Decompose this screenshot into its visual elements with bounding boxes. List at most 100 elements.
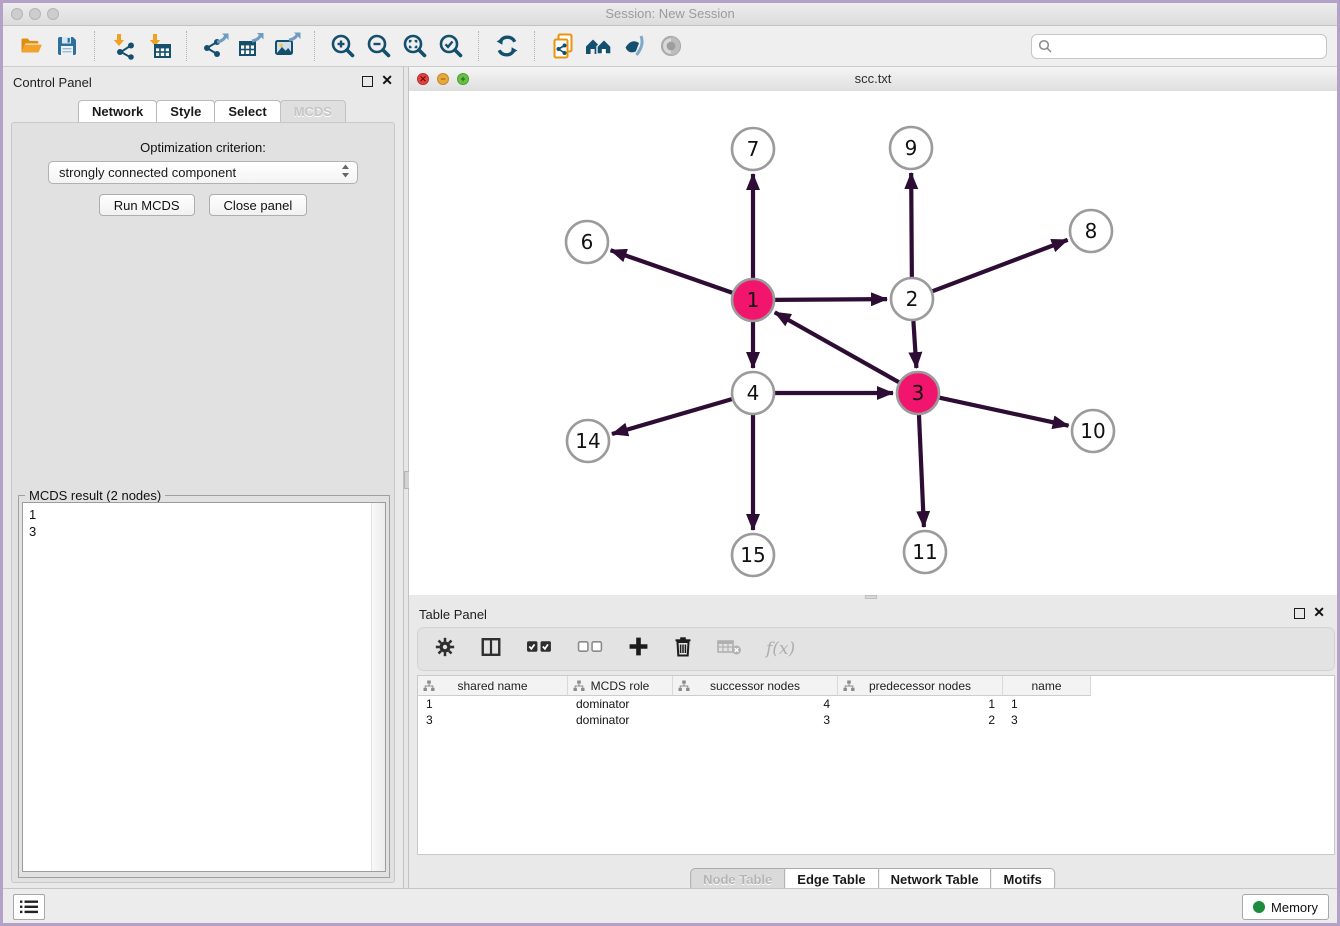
graph-edge-3-11[interactable]	[919, 415, 924, 527]
tab-mcds[interactable]: MCDS	[280, 100, 346, 123]
mcds-result-box: MCDS result (2 nodes) 1 3	[18, 495, 390, 878]
graph-edge-2-8[interactable]	[933, 240, 1068, 291]
graph-node-label: 2	[906, 287, 919, 311]
zoom-in-icon[interactable]	[325, 29, 361, 63]
table-cell[interactable]: 1	[838, 696, 1003, 712]
delete-selected-icon[interactable]	[673, 635, 693, 663]
select-all-rows-icon[interactable]	[526, 638, 553, 660]
column-header-MCDS-role[interactable]: MCDS role	[568, 676, 673, 696]
graph-edge-2-9[interactable]	[911, 173, 912, 277]
main-toolbar	[3, 26, 1337, 67]
function-builder-icon: f(x)	[766, 639, 795, 659]
table-panel-title: Table Panel	[419, 607, 487, 622]
zoom-selected-icon[interactable]	[433, 29, 469, 63]
export-table-icon[interactable]	[233, 29, 269, 63]
graph-node-label: 3	[912, 381, 925, 405]
search-box[interactable]	[1031, 34, 1327, 59]
column-header-successor-nodes[interactable]: successor nodes	[673, 676, 838, 696]
export-image-icon[interactable]	[269, 29, 305, 63]
table-cell[interactable]: 3	[673, 712, 838, 728]
open-session-icon[interactable]	[13, 29, 49, 63]
column-header-name[interactable]: name	[1003, 676, 1091, 696]
mcds-panel-body: Optimization criterion: strongly connect…	[11, 122, 395, 883]
add-column-icon[interactable]	[628, 636, 649, 662]
graph-node-label: 7	[747, 137, 760, 161]
import-table-icon[interactable]	[141, 29, 177, 63]
graph-edge-1-2[interactable]	[775, 299, 887, 300]
application-window: Session: New Session	[0, 0, 1340, 926]
show-columns-icon[interactable]	[480, 636, 502, 663]
first-neighbors-icon[interactable]	[581, 29, 617, 63]
toolbar-separator	[534, 31, 536, 61]
table-panel-close-icon[interactable]: ✕	[1313, 605, 1325, 619]
graph-node-label: 15	[740, 543, 765, 567]
search-icon	[1038, 39, 1052, 53]
window-title: Session: New Session	[3, 6, 1337, 21]
table-cell[interactable]: 3	[418, 712, 568, 728]
graph-edge-4-14[interactable]	[612, 399, 732, 434]
table-row[interactable]: 3dominator323	[418, 712, 1334, 728]
zoom-out-icon[interactable]	[361, 29, 397, 63]
tab-style[interactable]: Style	[156, 100, 215, 123]
graph-edge-3-10[interactable]	[939, 398, 1068, 426]
column-label: predecessor nodes	[869, 679, 971, 693]
control-panel-float-icon[interactable]	[362, 76, 373, 87]
mcds-result-area[interactable]: 1 3	[22, 502, 386, 872]
column-label: name	[1031, 679, 1061, 693]
import-network-icon[interactable]	[105, 29, 141, 63]
graph-edge-3-1[interactable]	[775, 312, 899, 382]
toolbar-separator	[186, 31, 188, 61]
zoom-fit-icon[interactable]	[397, 29, 433, 63]
tab-network[interactable]: Network	[78, 100, 157, 123]
node-table[interactable]: shared nameMCDS role successor nodes prede…	[417, 675, 1335, 855]
mcds-result-line: 1	[23, 503, 385, 523]
mcds-result-line: 3	[23, 523, 385, 540]
graph-node-label: 11	[912, 540, 937, 564]
criterion-value: strongly connected component	[59, 165, 236, 180]
control-panel-title: Control Panel	[13, 75, 92, 90]
tab-select[interactable]: Select	[214, 100, 280, 123]
optimization-criterion-label: Optimization criterion:	[12, 140, 394, 155]
deselect-all-rows-icon[interactable]	[577, 638, 604, 660]
table-cell[interactable]: dominator	[568, 712, 673, 728]
new-network-from-selection-icon[interactable]	[545, 29, 581, 63]
close-panel-button[interactable]: Close panel	[209, 194, 308, 216]
table-header-row: shared nameMCDS role successor nodes prede…	[418, 676, 1334, 696]
criterion-select[interactable]: strongly connected component	[48, 161, 358, 184]
task-history-button[interactable]	[13, 894, 45, 920]
window-titlebar: Session: New Session	[3, 3, 1337, 26]
graph-edge-1-6[interactable]	[611, 250, 733, 292]
save-session-icon[interactable]	[49, 29, 85, 63]
column-label: successor nodes	[710, 679, 800, 693]
search-input[interactable]	[1052, 38, 1326, 55]
export-network-icon[interactable]	[197, 29, 233, 63]
column-header-predecessor-nodes[interactable]: predecessor nodes	[838, 676, 1003, 696]
graph-node-label: 10	[1080, 419, 1105, 443]
hide-selected-icon[interactable]	[617, 29, 653, 63]
toolbar-separator	[314, 31, 316, 61]
status-bar: Memory	[3, 888, 1337, 923]
table-cell[interactable]: 2	[838, 712, 1003, 728]
graph-node-label: 4	[747, 381, 760, 405]
table-cell[interactable]: 1	[1003, 696, 1091, 712]
network-window: ✕ − + scc.txt 7968124314101511	[409, 67, 1337, 599]
table-settings-gear-icon[interactable]	[434, 636, 456, 663]
memory-button[interactable]: Memory	[1242, 894, 1329, 920]
table-cell[interactable]: 4	[673, 696, 838, 712]
result-scrollbar[interactable]	[371, 503, 385, 871]
network-graph[interactable]: 7968124314101511	[409, 91, 1340, 595]
network-canvas[interactable]: 7968124314101511	[409, 91, 1337, 595]
run-mcds-button[interactable]: Run MCDS	[99, 194, 195, 216]
column-header-shared-name[interactable]: shared name	[418, 676, 568, 696]
table-cell[interactable]: 1	[418, 696, 568, 712]
control-panel-tabs: Network Style Select MCDS	[79, 100, 346, 123]
graph-edge-2-3[interactable]	[913, 321, 916, 368]
table-cell[interactable]: 3	[1003, 712, 1091, 728]
network-window-titlebar: ✕ − + scc.txt	[409, 67, 1337, 92]
table-panel-float-icon[interactable]	[1294, 608, 1305, 619]
table-row[interactable]: 1dominator411	[418, 696, 1334, 712]
control-panel-close-icon[interactable]: ✕	[381, 73, 393, 87]
graph-node-label: 6	[581, 230, 594, 254]
apply-layout-icon[interactable]	[489, 29, 525, 63]
table-cell[interactable]: dominator	[568, 696, 673, 712]
